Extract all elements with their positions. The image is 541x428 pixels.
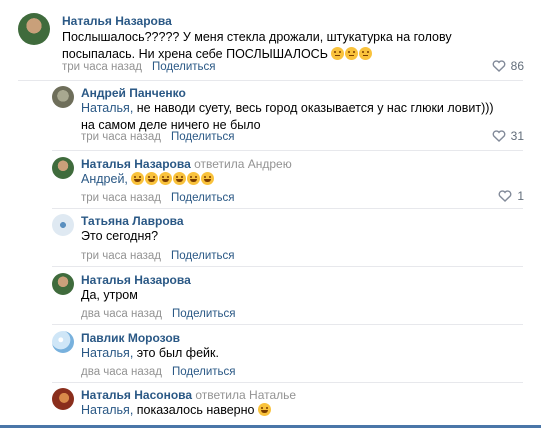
comment-meta: два часа назад Поделиться	[81, 308, 236, 320]
comment-time[interactable]: два часа назад	[81, 308, 162, 320]
reply-target[interactable]: ответила Наталье	[195, 388, 296, 402]
avatar-andrey-panchenko[interactable]	[52, 86, 74, 108]
like-count: 31	[510, 129, 524, 143]
comment-time[interactable]: два часа назад	[81, 366, 162, 378]
share-link[interactable]: Поделиться	[172, 308, 236, 320]
divider	[52, 208, 523, 209]
laughing-emoji-icon	[187, 172, 201, 185]
reply-target[interactable]: ответила Андрею	[194, 157, 292, 171]
comment-time[interactable]: три часа назад	[81, 250, 161, 262]
heart-icon	[492, 130, 506, 142]
comment-text: Это сегодня?	[81, 229, 159, 243]
share-link[interactable]: Поделиться	[172, 366, 236, 378]
laughing-emoji-icon	[131, 172, 145, 185]
comment-text: Да, утром	[81, 288, 138, 302]
comment-text: Андрей,	[81, 171, 215, 188]
comment-time[interactable]: три часа назад	[81, 131, 161, 143]
like-button[interactable]: 86	[492, 59, 524, 73]
mention-link[interactable]: Наталья,	[81, 346, 133, 360]
comment-text: Послышалось????? У меня стекла дрожали, …	[62, 30, 452, 61]
comment-author[interactable]: Наталья Назарова ответила Андрею	[81, 157, 292, 171]
comment-time[interactable]: три часа назад	[62, 61, 142, 73]
comment-meta: три часа назад Поделиться	[62, 61, 216, 73]
laughing-emoji-icon	[159, 172, 173, 185]
avatar-natalya-nazarova[interactable]	[52, 157, 74, 179]
divider	[18, 80, 523, 81]
comment-author[interactable]: Наталья Назарова	[81, 273, 191, 287]
comment-meta: три часа назад Поделиться	[81, 192, 235, 204]
divider	[52, 382, 523, 383]
comment-meta: два часа назад Поделиться	[81, 366, 236, 378]
like-button[interactable]: 1	[498, 189, 524, 203]
mention-link[interactable]: Наталья,	[81, 101, 133, 115]
heart-icon	[492, 60, 506, 72]
laughing-emoji-icon	[173, 172, 187, 185]
share-link[interactable]: Поделиться	[171, 192, 235, 204]
emoji-icon	[345, 47, 359, 60]
divider	[52, 150, 523, 151]
like-count: 86	[510, 59, 524, 73]
comment-author[interactable]: Павлик Морозов	[81, 331, 180, 345]
avatar-natalya-nazarova[interactable]	[18, 13, 50, 45]
comment-meta: три часа назад Поделиться	[81, 250, 235, 262]
comment-author[interactable]: Наталья Назарова	[62, 14, 172, 28]
like-count: 1	[517, 189, 524, 203]
divider	[52, 266, 523, 267]
divider	[52, 324, 523, 325]
laughing-emoji-icon	[257, 403, 271, 416]
avatar-natalya-nasonova[interactable]	[52, 388, 74, 410]
laughing-emoji-icon	[145, 172, 159, 185]
share-link[interactable]: Поделиться	[171, 131, 235, 143]
comment-text: Наталья, не наводи суету, весь город ока…	[81, 101, 494, 132]
emoji-icon	[359, 47, 373, 60]
avatar-tatyana-lavrova[interactable]	[52, 214, 74, 236]
avatar-pavlik-morozov[interactable]	[52, 331, 74, 353]
comment-author[interactable]: Татьяна Лаврова	[81, 214, 184, 228]
like-button[interactable]: 31	[492, 129, 524, 143]
comment-text: Наталья, это был фейк.	[81, 346, 219, 360]
emoji-icon	[331, 47, 345, 60]
comment-author[interactable]: Андрей Панченко	[81, 86, 186, 100]
share-link[interactable]: Поделиться	[152, 61, 216, 73]
comment-time[interactable]: три часа назад	[81, 192, 161, 204]
mention-link[interactable]: Наталья,	[81, 403, 133, 417]
comment-text: Наталья, показалось наверно	[81, 402, 272, 419]
comment-meta: три часа назад Поделиться	[81, 131, 235, 143]
avatar-natalya-nazarova[interactable]	[52, 273, 74, 295]
share-link[interactable]: Поделиться	[171, 250, 235, 262]
comment-author[interactable]: Наталья Насонова ответила Наталье	[81, 388, 296, 402]
laughing-emoji-icon	[201, 172, 215, 185]
heart-icon	[498, 190, 512, 202]
mention-link[interactable]: Андрей,	[81, 172, 128, 186]
